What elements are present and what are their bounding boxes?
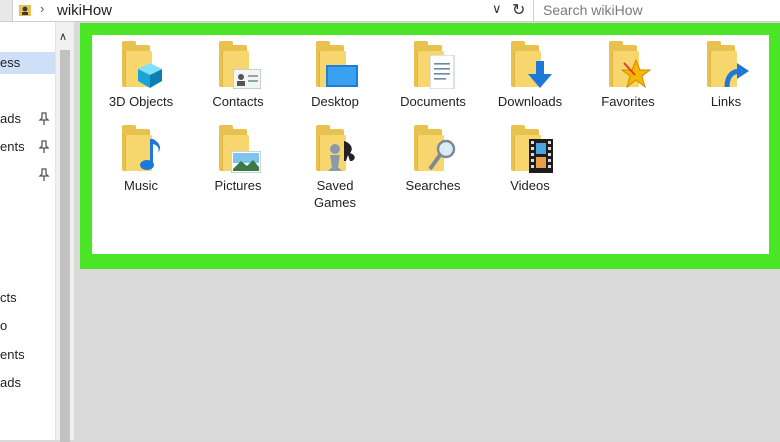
folder-label: 3D Objects: [108, 94, 174, 109]
pin-icon[interactable]: [38, 168, 50, 182]
search-box: [533, 0, 780, 21]
sidebar-item-downloads-2[interactable]: ads: [0, 372, 55, 394]
folder-grid: 3D Objects Contacts Desktop Documents Do…: [92, 35, 769, 254]
sidebar-item-documents[interactable]: ents: [0, 136, 55, 158]
back-nav-strip[interactable]: [0, 0, 13, 21]
sidebar-item-downloads[interactable]: ads: [0, 108, 55, 130]
link-arrow-icon: [724, 63, 749, 88]
folder-user-icon: [19, 5, 31, 16]
sidebar-scrollbar[interactable]: ∧: [55, 22, 74, 442]
picture-icon: [231, 151, 261, 173]
download-arrow-icon: [528, 61, 552, 88]
navigation-pane: ess ads ents cts o ents ads: [0, 22, 55, 440]
folder-label: Searches: [405, 178, 461, 193]
folder-videos[interactable]: Videos: [485, 125, 575, 205]
folder-links[interactable]: Links: [681, 41, 771, 121]
folder-searches[interactable]: Searches: [388, 125, 478, 205]
folder-label: Desktop: [311, 94, 359, 109]
sidebar-item-quick-access[interactable]: ess: [0, 52, 55, 74]
folder-documents[interactable]: Documents: [388, 41, 478, 121]
breadcrumb-path[interactable]: wikiHow: [57, 2, 112, 19]
sidebar-item-label: ads: [0, 111, 21, 126]
folder-label: Saved Games: [314, 178, 356, 210]
chevron-down-icon[interactable]: ∨: [492, 1, 502, 17]
sidebar-item-documents-2[interactable]: ents: [0, 344, 55, 366]
folder-saved-games[interactable]: Saved Games: [290, 125, 380, 210]
star-icon: [621, 59, 651, 89]
pin-icon[interactable]: [38, 140, 50, 154]
music-note-icon: [140, 139, 161, 170]
document-icon: [430, 55, 455, 89]
scrollbar-thumb[interactable]: [60, 50, 70, 442]
folder-label: Documents: [400, 94, 466, 109]
sidebar-item-3d-objects[interactable]: cts: [0, 287, 55, 309]
folder-label: Downloads: [497, 94, 563, 109]
folder-icon: [312, 125, 358, 175]
folder-icon: [507, 41, 553, 91]
chevron-right-icon[interactable]: ›: [40, 1, 44, 16]
folder-music[interactable]: Music: [96, 125, 186, 205]
sidebar-item-label: ents: [0, 139, 25, 154]
folder-label: Contacts: [212, 94, 264, 109]
folder-icon: [410, 125, 456, 175]
address-bar: › wikiHow ∨ ↻: [0, 0, 780, 22]
refresh-icon[interactable]: ↻: [512, 0, 525, 20]
sidebar-item-label: cts: [0, 290, 17, 305]
sidebar-item-label: ads: [0, 375, 21, 390]
folder-icon: [507, 125, 553, 175]
folder-icon: [605, 41, 651, 91]
3d-objects-icon: [138, 63, 162, 88]
folder-label: Favorites: [601, 94, 655, 109]
film-strip-icon: [529, 139, 553, 173]
folder-icon: [703, 41, 749, 91]
folder-icon: [215, 125, 261, 175]
folder-favorites[interactable]: Favorites: [583, 41, 673, 121]
contact-card-icon: [233, 69, 261, 89]
folder-label: Links: [710, 94, 742, 109]
folder-3d-objects[interactable]: 3D Objects: [96, 41, 186, 121]
scroll-up-icon[interactable]: ∧: [59, 30, 67, 43]
folder-icon: [215, 41, 261, 91]
sidebar-item-label: o: [0, 318, 8, 333]
chess-piece-icon: [328, 141, 355, 171]
search-input[interactable]: [534, 0, 773, 20]
sidebar-item-label: ents: [0, 347, 25, 362]
folder-downloads[interactable]: Downloads: [485, 41, 575, 121]
folder-label: Music: [124, 178, 158, 193]
folder-label: Videos: [510, 178, 550, 193]
sidebar-item-pictures[interactable]: [0, 164, 55, 186]
desktop-icon: [326, 65, 358, 87]
folder-desktop[interactable]: Desktop: [290, 41, 380, 121]
folder-icon: [118, 41, 164, 91]
folder-pictures[interactable]: Pictures: [193, 125, 283, 205]
folder-icon: [410, 41, 456, 91]
magnifier-icon: [428, 139, 456, 171]
pin-icon[interactable]: [38, 112, 50, 126]
folder-icon: [312, 41, 358, 91]
sidebar-item-label: ess: [0, 55, 21, 70]
sidebar-item-desktop[interactable]: o: [0, 315, 55, 337]
folder-icon: [118, 125, 164, 175]
folder-label: Pictures: [214, 178, 262, 193]
folder-contacts[interactable]: Contacts: [193, 41, 283, 121]
